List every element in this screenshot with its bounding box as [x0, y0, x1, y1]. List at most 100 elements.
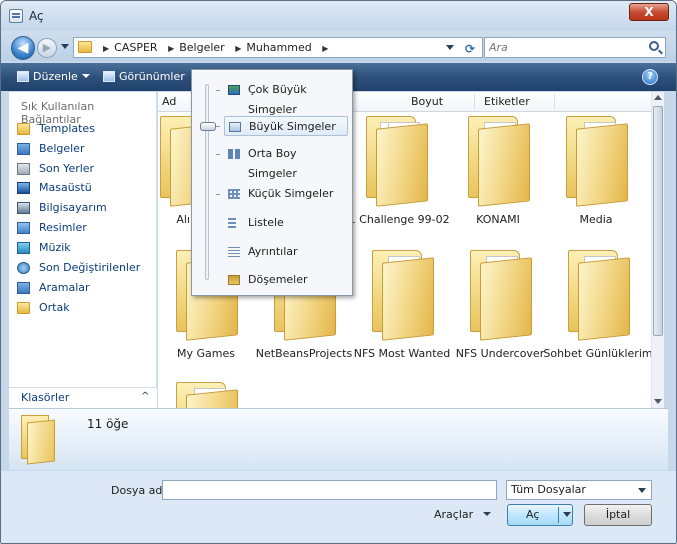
folder-icon — [176, 382, 238, 408]
column-header-tags[interactable]: Etiketler — [484, 95, 530, 108]
music-icon — [17, 242, 30, 254]
organize-button[interactable]: Düzenle — [17, 69, 90, 85]
nav-item-pictures[interactable]: Resimler — [17, 219, 153, 237]
nav-item-searches[interactable]: Aramalar — [17, 279, 153, 297]
folder-item[interactable]: NFS Most Wanted — [352, 250, 452, 370]
nav-item-recent-places[interactable]: Son Yerler — [17, 160, 153, 178]
address-dropdown-icon[interactable] — [446, 45, 454, 50]
folder-item[interactable]: Media — [546, 116, 646, 236]
view-option-small-icons[interactable]: Küçük Simgeler — [224, 184, 348, 204]
refresh-icon[interactable]: ⟳ — [465, 40, 475, 59]
view-option-large-icons[interactable]: Büyük Simgeler — [224, 116, 348, 136]
search-box[interactable] — [484, 37, 666, 58]
nav-item-documents[interactable]: Belgeler — [17, 140, 153, 158]
open-options-icon[interactable] — [563, 512, 571, 517]
file-type-select[interactable]: Tüm Dosyalar — [506, 480, 652, 500]
search-input[interactable] — [489, 40, 639, 55]
nav-item-public[interactable]: Ortak — [17, 299, 153, 317]
chevron-right-icon[interactable]: ▶ — [103, 39, 109, 58]
nav-item-computer[interactable]: Bilgisayarım — [17, 199, 153, 217]
view-option-tiles[interactable]: Döşemeler — [224, 270, 348, 290]
vertical-scrollbar[interactable] — [651, 92, 664, 408]
folder-icon — [468, 116, 530, 208]
nav-item-music[interactable]: Müzik — [17, 239, 153, 257]
breadcrumb-item[interactable]: Muhammed — [246, 38, 311, 57]
tiles-view-icon — [228, 275, 240, 285]
views-button[interactable]: Görünümler — [103, 69, 185, 85]
scroll-up-icon[interactable] — [654, 95, 662, 100]
cancel-button[interactable]: İptal — [584, 504, 652, 526]
navigation-pane: Sık Kullanılan Bağlantılar Templates Bel… — [9, 92, 157, 408]
column-divider[interactable] — [554, 94, 555, 110]
folder-icon — [78, 41, 92, 53]
views-icon — [103, 71, 115, 82]
open-button[interactable]: Aç — [507, 504, 573, 526]
nav-item-templates[interactable]: Templates — [17, 120, 153, 138]
history-dropdown-icon[interactable] — [61, 44, 69, 49]
folder-icon — [568, 250, 630, 342]
folder-label: KONAMI — [476, 213, 520, 226]
folder-icon — [21, 415, 57, 465]
pictures-icon — [17, 222, 30, 234]
folder-label: Sohbet Günlüklerim — [543, 347, 653, 360]
folder-item[interactable]: Sohbet Günlüklerim — [543, 250, 653, 370]
folder-icon — [17, 123, 30, 135]
window-title: Aç — [29, 9, 44, 23]
chevron-right-icon[interactable]: ▶ — [235, 39, 241, 58]
recent-places-icon — [17, 163, 30, 175]
details-view-icon — [228, 247, 240, 257]
view-option-details[interactable]: Ayrıntılar — [224, 242, 348, 262]
searches-icon — [17, 282, 30, 294]
nav-item-recently-changed[interactable]: Son Değiştirilenler — [17, 259, 153, 277]
folder-item[interactable] — [158, 382, 256, 408]
scroll-down-icon[interactable] — [654, 399, 662, 404]
open-dialog: Aç X ◀ ▶ ▶ CASPER ▶ Belgeler ▶ Muhammed ▶ ⟳… — [0, 0, 677, 544]
chevron-down-icon — [638, 488, 646, 493]
medium-icons-icon — [228, 149, 240, 159]
organize-label: Düzenle — [33, 70, 78, 83]
scroll-thumb[interactable] — [653, 106, 663, 336]
views-label: Görünümler — [119, 70, 185, 83]
help-icon[interactable]: ? — [642, 69, 658, 85]
filename-label: Dosya adı: — [111, 484, 170, 497]
folder-label: NFS Most Wanted — [353, 347, 451, 360]
tools-button[interactable]: Araçlar — [434, 507, 492, 523]
file-type-value: Tüm Dosyalar — [511, 483, 586, 496]
search-icon[interactable] — [649, 41, 659, 51]
breadcrumb-item[interactable]: CASPER — [114, 38, 157, 57]
small-icons-icon — [228, 189, 240, 199]
chevron-up-icon[interactable]: ^ — [141, 391, 149, 402]
view-size-slider[interactable] — [205, 84, 209, 280]
views-menu: Çok Büyük Simgeler Büyük Simgeler Orta B… — [191, 69, 353, 296]
column-header-name[interactable]: Ad — [162, 95, 176, 108]
chevron-right-icon[interactable]: ▶ — [322, 39, 328, 58]
filename-input[interactable] — [162, 480, 497, 500]
forward-button[interactable]: ▶ — [37, 38, 57, 58]
view-option-list[interactable]: Listele — [224, 213, 348, 233]
dialog-icon — [9, 9, 23, 23]
folder-item[interactable]: NFS Undercover — [450, 250, 550, 370]
documents-icon — [17, 143, 30, 155]
folder-icon — [366, 116, 428, 208]
chevron-right-icon[interactable]: ▶ — [168, 39, 174, 58]
folder-icon — [372, 250, 434, 342]
folder-item[interactable]: KONAMI — [448, 116, 548, 236]
large-icons-icon — [229, 122, 241, 132]
close-button[interactable]: X — [629, 3, 669, 21]
column-divider[interactable] — [474, 94, 475, 110]
computer-icon — [17, 202, 30, 214]
view-option-medium-icons[interactable]: Orta Boy Simgeler — [224, 144, 348, 180]
view-option-extra-large-icons[interactable]: Çok Büyük Simgeler — [224, 80, 348, 116]
breadcrumb-item[interactable]: Belgeler — [179, 38, 224, 57]
details-pane: 11 öğe — [9, 408, 668, 470]
folder-label: F1 Challenge 99-02 — [342, 213, 450, 226]
back-button[interactable]: ◀ — [11, 36, 35, 60]
title-bar[interactable]: Aç X — [1, 1, 676, 31]
caret-down-icon — [81, 74, 90, 78]
folders-toggle[interactable]: Klasörler ^ — [9, 387, 157, 408]
column-header-size[interactable]: Boyut — [411, 95, 443, 108]
view-size-slider-thumb[interactable] — [200, 122, 216, 131]
nav-item-desktop[interactable]: Masaüstü — [17, 179, 153, 197]
breadcrumb[interactable]: ▶ CASPER ▶ Belgeler ▶ Muhammed ▶ ⟳ — [73, 37, 483, 58]
folder-item[interactable]: F1 Challenge 99-02 — [342, 116, 450, 236]
